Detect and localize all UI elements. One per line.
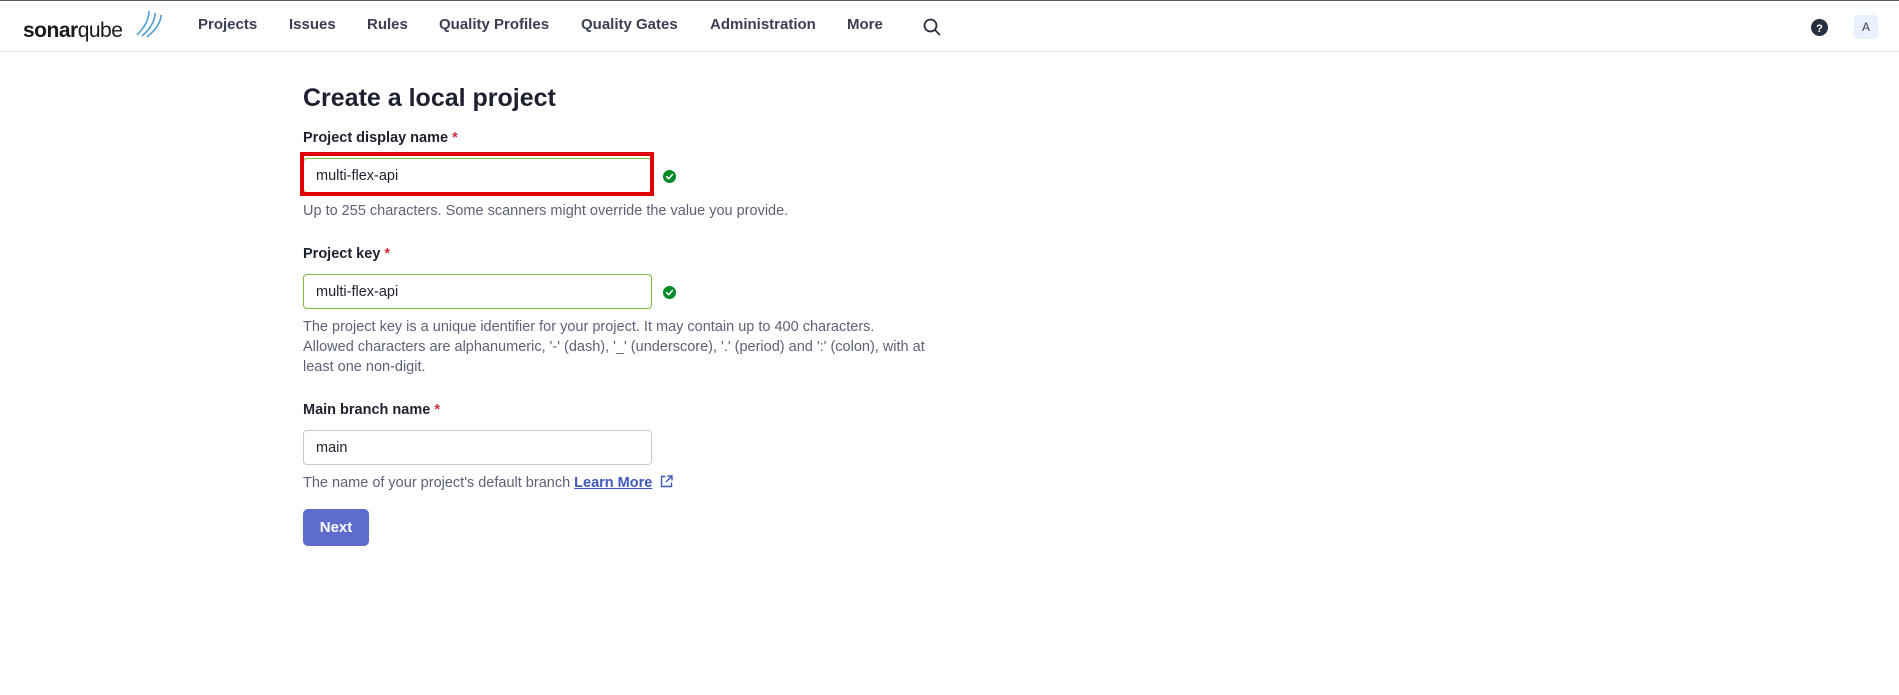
logo-sonar-text: sonar (23, 19, 78, 42)
logo-qube-text: qube (77, 19, 123, 42)
display-name-label: Project display name * (303, 130, 458, 146)
main-branch-label-text: Main branch name (303, 402, 431, 418)
project-key-help-line-3: least one non-digit. (303, 359, 426, 375)
nav-quality-profiles[interactable]: Quality Profiles (439, 16, 549, 33)
main-branch-help-text: The name of your project's default branc… (303, 475, 571, 491)
search-icon[interactable] (923, 18, 941, 41)
nav-administration[interactable]: Administration (710, 16, 816, 33)
learn-more-text: Learn More (574, 475, 653, 491)
nav-more[interactable]: More (847, 16, 883, 33)
project-display-name-input[interactable] (303, 158, 652, 193)
sonarqube-logo[interactable]: sonar qube (23, 9, 162, 43)
logo-waves-icon (136, 10, 162, 38)
display-name-help: Up to 255 characters. Some scanners migh… (303, 203, 789, 219)
next-button[interactable]: Next (303, 509, 369, 546)
learn-more-link[interactable]: Learn More (574, 475, 652, 491)
top-navigation-bar: sonar qube Projects Issues Rules Quality … (0, 0, 1899, 52)
external-link-icon (661, 475, 674, 488)
required-marker: * (452, 130, 458, 146)
project-key-label-text: Project key (303, 246, 381, 262)
main-branch-label: Main branch name * (303, 402, 440, 418)
nav-projects[interactable]: Projects (198, 16, 257, 33)
svg-text:?: ? (1816, 23, 1823, 35)
main-branch-input[interactable] (303, 430, 652, 465)
nav-rules[interactable]: Rules (367, 16, 408, 33)
project-key-label: Project key * (303, 246, 390, 262)
check-circle-icon (663, 286, 676, 299)
display-name-label-text: Project display name (303, 130, 449, 146)
project-key-input[interactable] (303, 274, 652, 309)
nav-quality-gates[interactable]: Quality Gates (581, 16, 678, 33)
project-key-help-line-2: Allowed characters are alphanumeric, '-'… (303, 339, 925, 355)
main-branch-help: The name of your project's default branc… (303, 473, 674, 493)
project-key-help-line-1: The project key is a unique identifier f… (303, 319, 875, 335)
required-marker: * (384, 246, 391, 262)
page-title: Create a local project (303, 84, 556, 112)
check-circle-icon (663, 170, 676, 183)
nav-issues[interactable]: Issues (289, 16, 336, 33)
user-avatar[interactable]: A (1854, 15, 1878, 39)
question-circle-icon[interactable]: ? (1811, 19, 1828, 41)
required-marker: * (434, 402, 440, 418)
